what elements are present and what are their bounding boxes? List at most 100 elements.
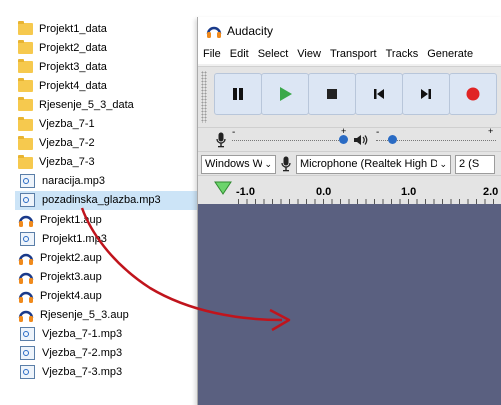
file-item-folder[interactable]: Projekt3_data (18, 57, 196, 76)
file-item-folder[interactable]: Projekt4_data (18, 76, 196, 95)
file-name: Projekt4_data (39, 79, 107, 92)
timeline-tick-0: 0.0 (316, 186, 332, 198)
menu-select[interactable]: Select (258, 48, 289, 60)
audacity-project-icon (18, 213, 34, 227)
file-item-aup[interactable]: Projekt1.aup (18, 210, 196, 229)
file-name: Rjesenje_5_3_data (39, 98, 134, 111)
playback-volume-thumb[interactable] (388, 135, 397, 144)
skip-end-icon (421, 89, 431, 99)
file-item-folder[interactable]: Vjezba_7-1 (18, 115, 196, 134)
file-item-folder[interactable]: Projekt2_data (18, 38, 196, 57)
folder-icon (18, 116, 33, 131)
audio-file-icon (20, 346, 35, 361)
play-icon (280, 87, 292, 101)
timeline-tick-neg-1: -1.0 (236, 186, 255, 198)
recording-volume-max-label: + (341, 126, 347, 136)
file-name: Projekt2_data (39, 41, 107, 54)
file-name: Projekt4.aup (40, 289, 102, 302)
file-name: Vjezba_7-3 (39, 156, 95, 169)
menu-file[interactable]: File (203, 48, 221, 60)
audacity-logo-icon (206, 26, 222, 38)
file-name: Vjezba_7-2 (39, 137, 95, 150)
file-item-aup[interactable]: Projekt3.aup (18, 267, 196, 286)
folder-icon (18, 135, 33, 150)
file-item-mp3[interactable]: naracija.mp3 (18, 172, 196, 191)
menu-generate[interactable]: Generate (427, 48, 473, 60)
play-button[interactable] (261, 73, 309, 115)
file-item-folder[interactable]: Rjesenje_5_3_data (18, 95, 196, 114)
menu-edit[interactable]: Edit (230, 48, 249, 60)
skip-to-end-button[interactable] (402, 73, 450, 115)
timeline-tick-value: 1.0 (239, 186, 255, 198)
toolbar-grip[interactable] (201, 71, 207, 123)
menu-bar: File Edit Select View Transport Tracks G… (198, 44, 501, 64)
recording-volume-slider[interactable] (232, 140, 347, 142)
device-toolbar: Windows W ⌄ Microphone (Realtek High D ⌄… (198, 151, 501, 176)
file-name: Projekt3_data (39, 60, 107, 73)
stop-icon (327, 89, 337, 99)
file-item-folder[interactable]: Vjezba_7-3 (18, 153, 196, 172)
file-name: Vjezba_7-1.mp3 (42, 328, 123, 341)
file-item-mp3[interactable]: Projekt1.mp3 (18, 229, 196, 248)
audio-file-icon (20, 365, 35, 380)
folder-icon (18, 21, 33, 35)
recording-device-value: Microphone (Realtek High D (300, 158, 438, 170)
file-name: Vjezba_7-1 (39, 118, 95, 130)
speaker-icon (354, 135, 368, 145)
mixer-toolbar: - + - + (198, 126, 501, 152)
playback-volume-max-label: + (488, 126, 494, 136)
window-title: Audacity (227, 23, 274, 38)
track-area-drop-zone[interactable] (198, 204, 501, 405)
chevron-down-icon: ⌄ (264, 158, 272, 169)
menu-view[interactable]: View (297, 48, 321, 60)
audio-file-icon (20, 231, 35, 246)
menu-tracks[interactable]: Tracks (386, 48, 419, 60)
audacity-project-icon (18, 270, 34, 284)
file-item-aup[interactable]: Rjesenje_5_3.aup (18, 306, 196, 325)
file-item-folder[interactable]: Projekt1_data (18, 19, 196, 38)
audio-file-icon (20, 327, 35, 342)
record-icon (466, 87, 480, 101)
file-name: Projekt1.aup (40, 213, 102, 226)
file-item-aup[interactable]: Projekt4.aup (18, 286, 196, 305)
recording-volume-min-label: - (232, 127, 236, 138)
timeline-tick-1: 1.0 (401, 186, 417, 198)
file-item-mp3[interactable]: Vjezba_7-2.mp3 (18, 344, 196, 363)
timeline-tick-2: 2.0 (483, 186, 499, 198)
chevron-down-icon: ⌄ (439, 158, 447, 169)
playback-volume-min-label: - (376, 127, 380, 138)
file-name: Projekt3.aup (40, 270, 102, 283)
audacity-project-icon (18, 308, 34, 322)
stop-button[interactable] (308, 73, 356, 115)
recording-volume-thumb[interactable] (339, 135, 348, 144)
file-item-folder[interactable]: Vjezba_7-2 (18, 134, 196, 153)
recording-channels-select[interactable]: 2 (S (455, 154, 495, 174)
menu-transport[interactable]: Transport (330, 48, 377, 60)
file-name: Vjezba_7-2.mp3 (42, 347, 123, 360)
pause-icon (233, 88, 243, 100)
recording-device-select[interactable]: Microphone (Realtek High D ⌄ (296, 154, 451, 174)
record-button[interactable] (449, 73, 497, 115)
file-item-mp3[interactable]: pozadinska_glazba.mp3 (15, 190, 198, 210)
pause-button[interactable] (214, 73, 262, 115)
timeline-ruler[interactable]: -1.0 0.0 1.0 2.0 (198, 175, 501, 205)
folder-icon (18, 59, 33, 74)
file-name: Projekt1.mp3 (42, 232, 107, 245)
transport-toolbar (198, 66, 501, 127)
audio-host-value: Windows W (205, 158, 263, 170)
title-bar[interactable]: Audacity (198, 17, 501, 44)
skip-to-start-button[interactable] (355, 73, 403, 115)
pin-playhead-icon[interactable] (214, 181, 232, 195)
microphone-icon (216, 132, 226, 148)
audacity-project-icon (18, 251, 34, 265)
file-item-aup[interactable]: Projekt2.aup (18, 248, 196, 267)
file-item-mp3[interactable]: Vjezba_7-1.mp3 (18, 325, 196, 344)
skip-start-icon (374, 89, 384, 99)
folder-icon (18, 78, 33, 93)
audio-host-select[interactable]: Windows W ⌄ (201, 154, 276, 174)
file-item-mp3[interactable]: Vjezba_7-3.mp3 (18, 363, 196, 382)
audio-file-icon (20, 193, 35, 208)
audacity-window: Audacity File Edit Select View Transport… (197, 17, 501, 405)
recording-channels-value: 2 (S (459, 158, 480, 170)
folder-icon (18, 154, 33, 169)
